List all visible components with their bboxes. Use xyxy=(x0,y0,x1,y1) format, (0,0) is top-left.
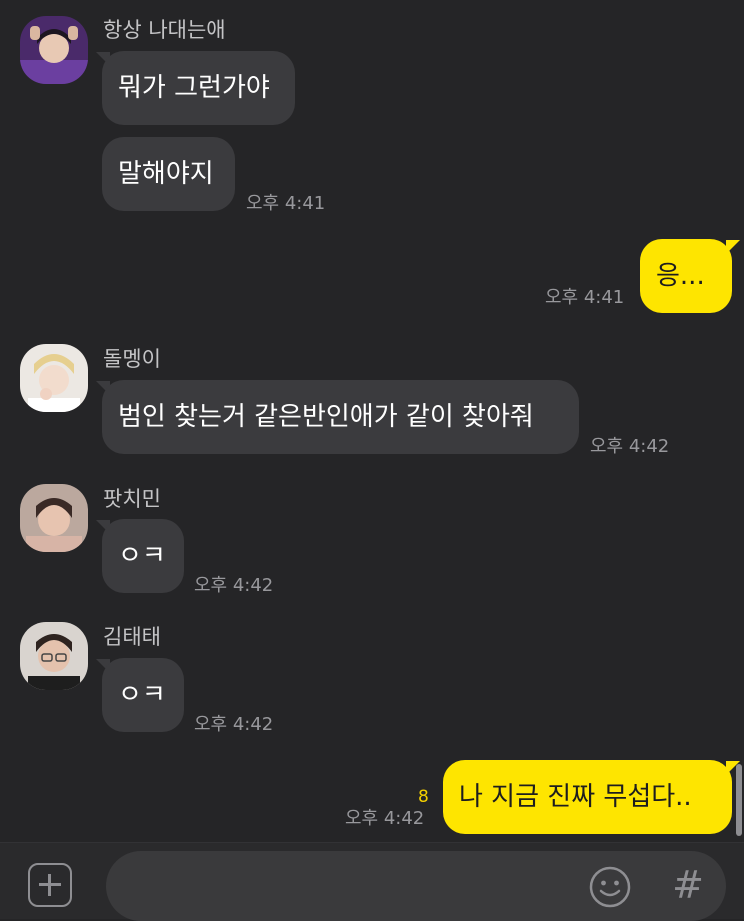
timestamp: 오후 4:42 xyxy=(345,808,425,829)
avatar[interactable] xyxy=(20,622,88,690)
avatar[interactable] xyxy=(20,484,88,552)
sender-name: 돌멩이 xyxy=(103,347,161,371)
timestamp: 오후 4:42 xyxy=(194,575,274,596)
timestamp: 오후 4:41 xyxy=(545,287,625,308)
unread-count: 8 xyxy=(418,787,429,807)
message-bubble[interactable]: 나 지금 진짜 무섭다.. xyxy=(443,760,732,834)
timestamp: 오후 4:42 xyxy=(590,436,670,457)
message-bubble[interactable]: 응... xyxy=(640,239,732,313)
timestamp: 오후 4:41 xyxy=(246,193,326,214)
hashtag-icon[interactable]: # xyxy=(668,861,708,909)
message-input-bar: # xyxy=(0,842,744,921)
sender-name: 김태태 xyxy=(103,625,161,649)
scrollbar[interactable] xyxy=(736,764,742,836)
message-bubble[interactable]: 뭐가 그런가야 xyxy=(102,51,295,125)
message-bubble[interactable]: 범인 찾는거 같은반인애가 같이 찾아줘 xyxy=(102,380,579,454)
avatar[interactable] xyxy=(20,344,88,412)
sender-name: 항상 나대는애 xyxy=(103,18,226,42)
bubble-tail xyxy=(726,240,740,254)
message-bubble[interactable]: ㅇㅋ xyxy=(102,658,184,732)
plus-square-icon[interactable] xyxy=(28,863,72,907)
avatar[interactable] xyxy=(20,16,88,84)
timestamp: 오후 4:42 xyxy=(194,714,274,735)
smiley-icon[interactable] xyxy=(588,865,632,909)
message-bubble[interactable]: 말해야지 xyxy=(102,137,235,211)
message-bubble[interactable]: ㅇㅋ xyxy=(102,519,184,593)
message-input[interactable] xyxy=(106,851,726,921)
sender-name: 팟치민 xyxy=(103,487,161,511)
